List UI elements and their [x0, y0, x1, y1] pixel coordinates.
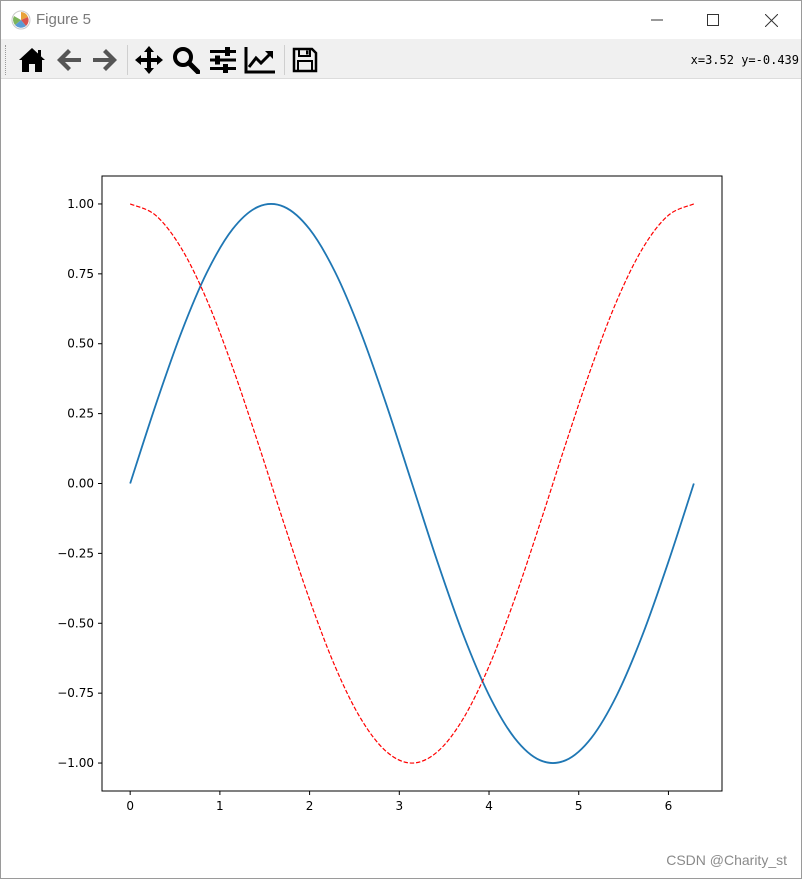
- y-tick-label: 0.00: [67, 477, 94, 491]
- y-tick-label: 0.50: [67, 337, 94, 351]
- watermark: CSDN @Charity_st: [666, 852, 787, 868]
- line-chart-icon: [244, 47, 275, 74]
- minimize-button[interactable]: [629, 1, 685, 39]
- move-icon: [135, 46, 163, 74]
- maximize-icon: [707, 14, 719, 26]
- zoom-button[interactable]: [169, 43, 203, 77]
- title-bar[interactable]: Figure 5: [1, 1, 801, 39]
- figure-window: Figure 5 x=3.52 y=-0.439 0 1 2 3 4 5 6 −…: [0, 0, 802, 879]
- x-tick-label: 0: [126, 799, 134, 813]
- matplotlib-logo-icon: [11, 10, 31, 30]
- floppy-disk-icon: [292, 47, 318, 73]
- save-button[interactable]: [288, 43, 322, 77]
- line-plot[interactable]: 0 1 2 3 4 5 6 −1.00 −0.75 −0.50 −0.25 0.00 0.25 0.50 0…: [1, 80, 801, 878]
- forward-button[interactable]: [88, 43, 122, 77]
- navigation-toolbar: x=3.52 y=-0.439: [1, 39, 801, 79]
- minimize-icon: [651, 19, 663, 21]
- y-tick-label: 0.25: [67, 407, 94, 421]
- x-tick-label: 6: [665, 799, 673, 813]
- x-tick-label: 3: [395, 799, 403, 813]
- toolbar-separator: [127, 45, 128, 75]
- toolbar-separator: [284, 45, 285, 75]
- cursor-coordinates: x=3.52 y=-0.439: [690, 53, 799, 67]
- pan-button[interactable]: [132, 43, 166, 77]
- edit-axis-button[interactable]: [243, 43, 277, 77]
- y-tick-label: −0.50: [57, 616, 94, 630]
- x-tick-label: 2: [306, 799, 314, 813]
- home-icon: [19, 48, 45, 72]
- figure-canvas[interactable]: 0 1 2 3 4 5 6 −1.00 −0.75 −0.50 −0.25 0.00 0.25 0.50 0…: [1, 80, 801, 878]
- series-line-1: [129, 203, 695, 764]
- x-tick-label: 5: [575, 799, 583, 813]
- close-icon: [764, 13, 778, 27]
- configure-subplots-button[interactable]: [206, 43, 240, 77]
- arrow-left-icon: [57, 49, 81, 71]
- y-tick-label: −0.25: [57, 546, 94, 560]
- close-button[interactable]: [743, 1, 799, 39]
- x-tick-label: 1: [216, 799, 224, 813]
- back-button[interactable]: [52, 43, 86, 77]
- home-button[interactable]: [15, 43, 49, 77]
- window-title: Figure 5: [36, 11, 92, 28]
- y-tick-label: −0.75: [57, 686, 94, 700]
- maximize-button[interactable]: [685, 1, 741, 39]
- toolbar-grip[interactable]: [5, 45, 8, 75]
- x-tick-label: 4: [485, 799, 493, 813]
- magnifier-icon: [173, 47, 200, 74]
- arrow-right-icon: [93, 49, 117, 71]
- y-tick-label: −1.00: [57, 756, 94, 770]
- y-tick-label: 0.75: [67, 267, 94, 281]
- y-tick-label: 1.00: [67, 197, 94, 211]
- sliders-icon: [210, 47, 236, 73]
